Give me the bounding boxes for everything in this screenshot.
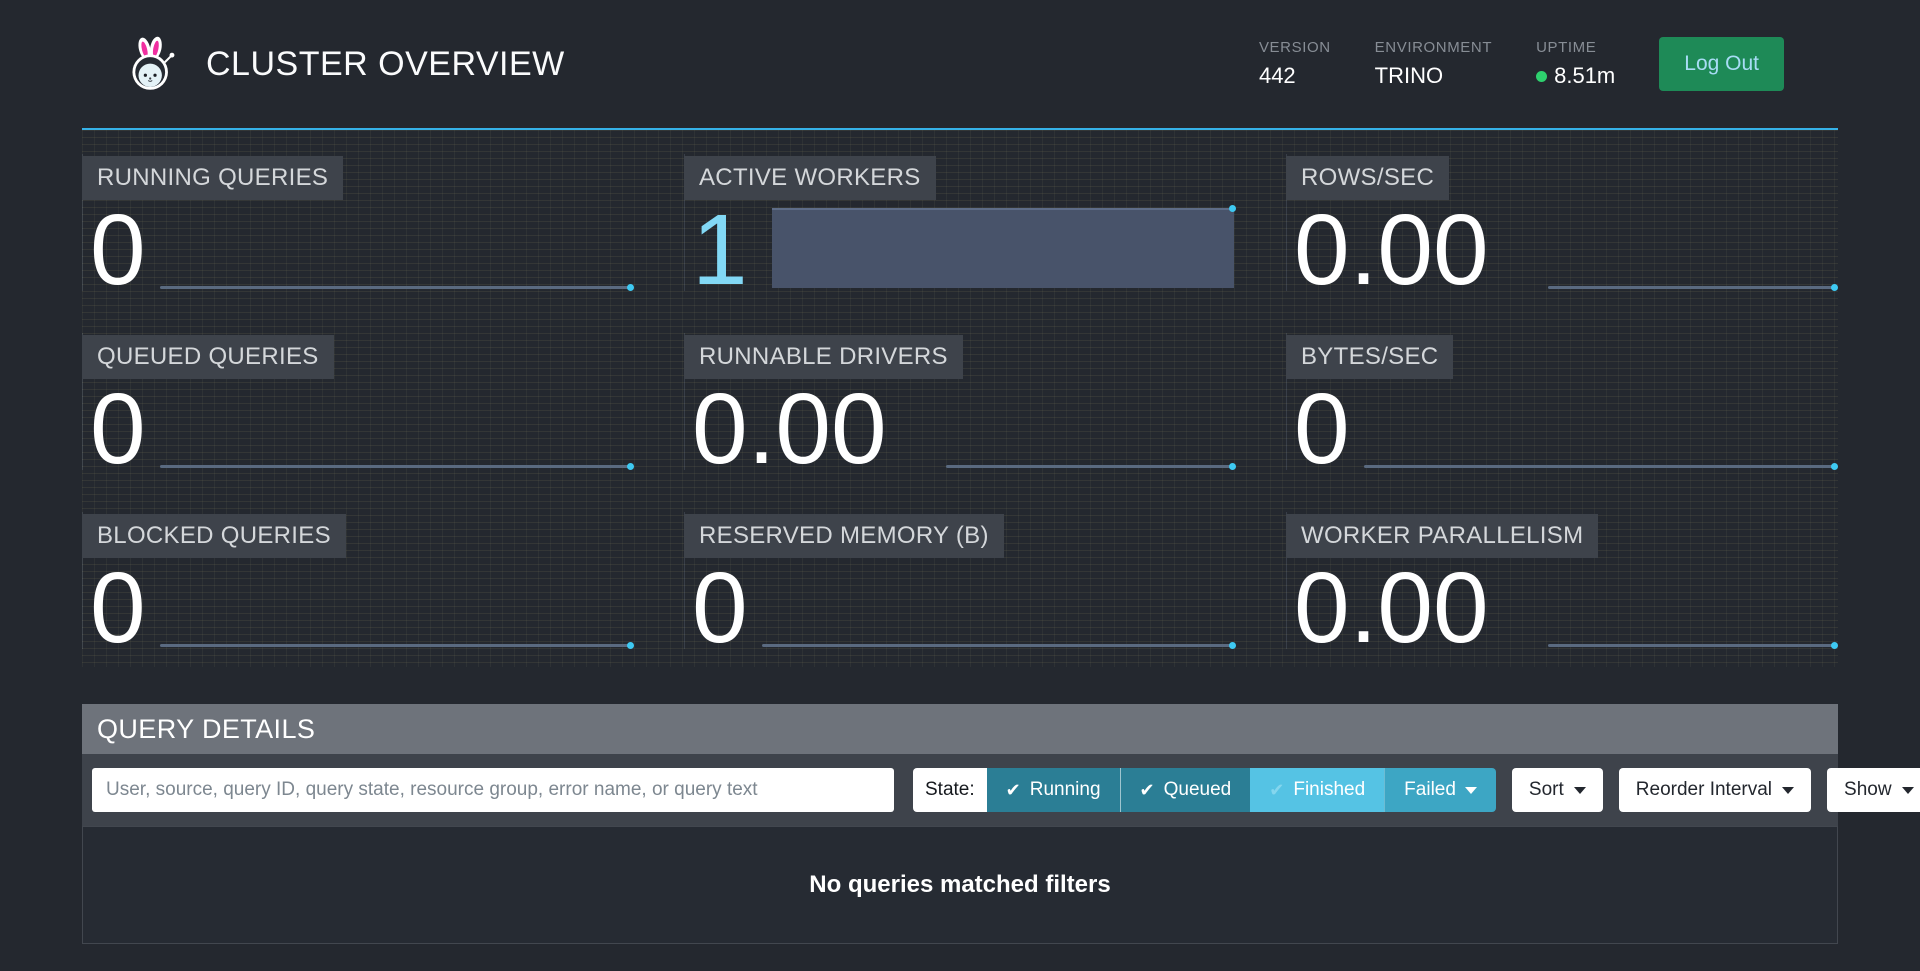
uptime-status-dot-icon bbox=[1536, 71, 1547, 82]
uptime-value: 8.51m bbox=[1536, 63, 1615, 89]
sparkline bbox=[946, 465, 1234, 468]
sparkline-dot-icon bbox=[627, 463, 634, 470]
state-filter-failed-dropdown[interactable]: Failed bbox=[1384, 768, 1496, 812]
sparkline bbox=[160, 644, 632, 647]
sparkline bbox=[1364, 465, 1836, 468]
sparkline-dot-icon bbox=[1229, 463, 1236, 470]
state-filter-group: State: ✔ Running ✔ Queued ✔ Finished Fai… bbox=[913, 768, 1496, 812]
query-details-section: QUERY DETAILS State: ✔ Running ✔ Queued … bbox=[82, 704, 1838, 944]
query-search-input[interactable] bbox=[92, 768, 894, 812]
active-workers-value-link[interactable]: 1 bbox=[692, 200, 748, 300]
sparkline bbox=[1548, 286, 1836, 289]
stat-label: WORKER PARALLELISM bbox=[1286, 514, 1598, 558]
stat-card-worker-parallelism: WORKER PARALLELISM 0.00 bbox=[1286, 488, 1838, 667]
stat-value: 0.00 bbox=[1294, 200, 1489, 300]
reorder-interval-label: Reorder Interval bbox=[1636, 779, 1772, 801]
stat-label: RUNNING QUERIES bbox=[82, 156, 343, 200]
sparkline-dot-icon bbox=[1831, 463, 1838, 470]
sparkline-dot-icon bbox=[627, 284, 634, 291]
stat-card-queued-queries: QUEUED QUERIES 0 bbox=[82, 309, 634, 488]
state-filter-running-button[interactable]: ✔ Running bbox=[987, 768, 1120, 812]
query-filter-toolbar: State: ✔ Running ✔ Queued ✔ Finished Fai… bbox=[82, 754, 1838, 826]
caret-down-icon bbox=[1782, 787, 1794, 794]
version-meta: VERSION 442 bbox=[1259, 39, 1331, 89]
stat-value: 0 bbox=[90, 558, 146, 658]
page-title: CLUSTER OVERVIEW bbox=[206, 45, 565, 84]
sparkline-filled-area bbox=[772, 208, 1234, 288]
sparkline-dot-icon bbox=[627, 642, 634, 649]
stat-card-bytes-sec: BYTES/SEC 0 bbox=[1286, 309, 1838, 488]
state-filter-queued-button[interactable]: ✔ Queued bbox=[1120, 768, 1251, 812]
stat-value: 0 bbox=[1294, 379, 1350, 479]
stat-card-reserved-memory: RESERVED MEMORY (B) 0 bbox=[684, 488, 1236, 667]
sparkline-dot-icon bbox=[1831, 642, 1838, 649]
stat-label: ACTIVE WORKERS bbox=[684, 156, 936, 200]
stat-value: 0 bbox=[90, 200, 146, 300]
environment-meta: ENVIRONMENT TRINO bbox=[1375, 39, 1492, 89]
stat-label: RUNNABLE DRIVERS bbox=[684, 335, 963, 379]
stat-label: QUEUED QUERIES bbox=[82, 335, 334, 379]
state-filter-running-label: Running bbox=[1030, 779, 1101, 801]
stat-label: BLOCKED QUERIES bbox=[82, 514, 346, 558]
state-filter-queued-label: Queued bbox=[1164, 779, 1232, 801]
trino-bunny-logo-icon bbox=[126, 35, 176, 93]
uptime-meta: UPTIME 8.51m bbox=[1536, 39, 1615, 89]
reorder-interval-dropdown-button[interactable]: Reorder Interval bbox=[1619, 768, 1811, 812]
log-out-button[interactable]: Log Out bbox=[1659, 37, 1784, 91]
stat-value: 0.00 bbox=[692, 379, 887, 479]
version-label: VERSION bbox=[1259, 39, 1331, 56]
stat-card-runnable-drivers: RUNNABLE DRIVERS 0.00 bbox=[684, 309, 1236, 488]
caret-down-icon bbox=[1574, 787, 1586, 794]
sort-dropdown-button[interactable]: Sort bbox=[1512, 768, 1603, 812]
show-dropdown-button[interactable]: Show bbox=[1827, 768, 1920, 812]
state-filter-failed-label: Failed bbox=[1404, 779, 1456, 801]
stat-value: 0 bbox=[692, 558, 748, 658]
sparkline bbox=[160, 286, 632, 289]
stat-label: ROWS/SEC bbox=[1286, 156, 1449, 200]
check-icon: ✔ bbox=[1269, 781, 1284, 799]
stat-label: BYTES/SEC bbox=[1286, 335, 1453, 379]
sparkline-dot-icon bbox=[1229, 205, 1236, 212]
cluster-stats-grid: RUNNING QUERIES 0 ACTIVE WORKERS 1 ROWS/… bbox=[82, 130, 1838, 667]
state-filter-finished-label: Finished bbox=[1293, 779, 1365, 801]
stat-card-rows-sec: ROWS/SEC 0.00 bbox=[1286, 130, 1838, 309]
uptime-label: UPTIME bbox=[1536, 39, 1615, 56]
caret-down-icon bbox=[1902, 787, 1914, 794]
stat-value: 0 bbox=[90, 379, 146, 479]
sparkline-dot-icon bbox=[1831, 284, 1838, 291]
check-icon: ✔ bbox=[1140, 781, 1155, 799]
stat-card-running-queries: RUNNING QUERIES 0 bbox=[82, 130, 634, 309]
stat-card-active-workers: ACTIVE WORKERS 1 bbox=[684, 130, 1236, 309]
sparkline-dot-icon bbox=[1229, 642, 1236, 649]
version-value: 442 bbox=[1259, 63, 1331, 89]
check-icon: ✔ bbox=[1006, 781, 1021, 799]
state-filter-label: State: bbox=[913, 768, 987, 812]
caret-down-icon bbox=[1465, 787, 1477, 794]
query-details-header: QUERY DETAILS bbox=[82, 704, 1838, 754]
sparkline bbox=[1548, 644, 1836, 647]
sparkline bbox=[160, 465, 632, 468]
environment-label: ENVIRONMENT bbox=[1375, 39, 1492, 56]
stat-card-blocked-queries: BLOCKED QUERIES 0 bbox=[82, 488, 634, 667]
environment-value: TRINO bbox=[1375, 63, 1492, 89]
stat-label: RESERVED MEMORY (B) bbox=[684, 514, 1004, 558]
empty-state-message: No queries matched filters bbox=[809, 871, 1110, 899]
stat-value: 0.00 bbox=[1294, 558, 1489, 658]
state-filter-finished-button[interactable]: ✔ Finished bbox=[1250, 768, 1384, 812]
sparkline bbox=[762, 644, 1234, 647]
sort-label: Sort bbox=[1529, 779, 1564, 801]
uptime-text: 8.51m bbox=[1554, 63, 1615, 89]
header: CLUSTER OVERVIEW VERSION 442 ENVIRONMENT… bbox=[0, 0, 1920, 130]
query-list-empty-area: No queries matched filters bbox=[82, 826, 1838, 944]
show-label: Show bbox=[1844, 779, 1892, 801]
